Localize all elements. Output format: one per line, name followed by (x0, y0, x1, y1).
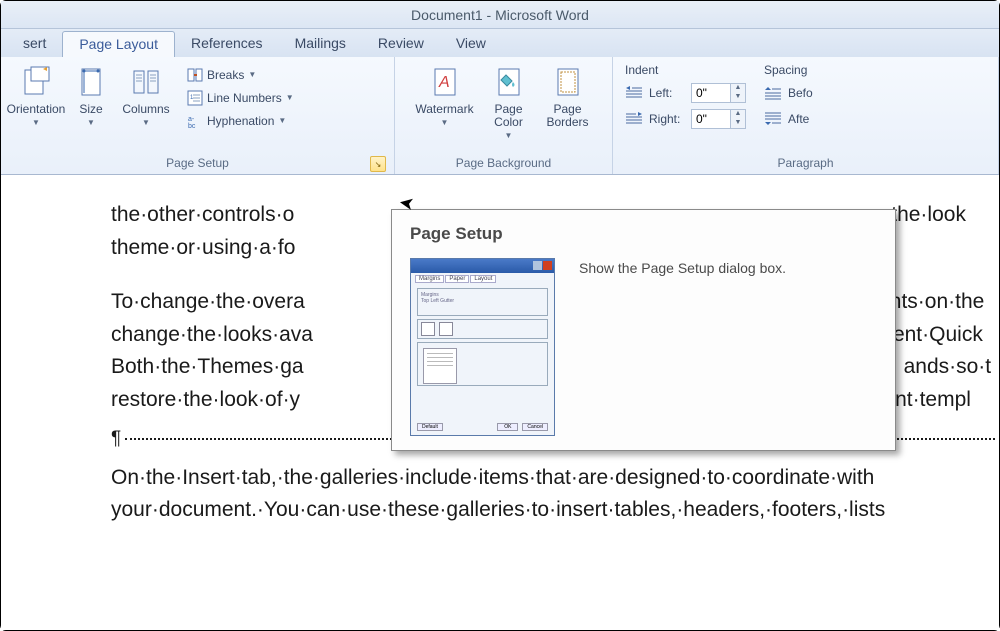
watermark-button[interactable]: A Watermark▼ (412, 63, 478, 131)
tooltip-preview-image: MarginsPaperLayout MarginsTop Left Gutte… (410, 258, 555, 436)
page-color-button[interactable]: Page Color ▼ (482, 63, 536, 144)
tab-page-layout[interactable]: Page Layout (62, 31, 175, 59)
hyphenation-button[interactable]: a-bc Hyphenation ▼ (183, 109, 298, 132)
indent-left-icon (625, 86, 643, 100)
tab-references[interactable]: References (175, 31, 279, 59)
svg-text:bc: bc (188, 123, 196, 129)
tab-mailings[interactable]: Mailings (279, 31, 362, 59)
svg-text:A: A (438, 74, 450, 91)
indent-right-input[interactable] (692, 112, 730, 126)
spacing-before-label: Befo (788, 86, 813, 100)
indent-right-label: Right: (649, 112, 685, 126)
svg-text:a-: a- (188, 116, 195, 123)
page-borders-button[interactable]: Page Borders (540, 63, 596, 131)
size-button[interactable]: Size▼ (69, 63, 113, 131)
spin-up[interactable]: ▲ (731, 110, 745, 119)
spacing-label: Spacing (764, 63, 813, 77)
line-numbers-button[interactable]: 1 Line Numbers ▼ (183, 86, 298, 109)
spin-down[interactable]: ▼ (731, 93, 745, 102)
indent-right-icon (625, 112, 643, 126)
line-numbers-icon: 1 (187, 90, 203, 106)
title-bar: Document1 - Microsoft Word (1, 1, 999, 29)
group-label-page-setup: Page Setup ↘ (7, 154, 388, 174)
tab-insert[interactable]: sert (7, 31, 62, 59)
tooltip-title: Page Setup (410, 224, 877, 244)
columns-icon (129, 65, 163, 99)
tab-review[interactable]: Review (362, 31, 440, 59)
breaks-icon (187, 67, 203, 83)
hyphenation-icon: a-bc (187, 113, 203, 129)
group-paragraph: Indent Left: ▲▼ Right: ▲▼ (613, 57, 999, 174)
columns-button[interactable]: Columns▼ (117, 63, 175, 131)
group-label-paragraph: Paragraph (619, 154, 992, 174)
page-setup-tooltip: Page Setup MarginsPaperLayout MarginsTop… (391, 209, 896, 451)
breaks-button[interactable]: Breaks ▼ (183, 63, 298, 86)
indent-left-spinner[interactable]: ▲▼ (691, 83, 746, 103)
orientation-button[interactable]: Orientation▼ (7, 63, 65, 131)
page-setup-launcher[interactable]: ↘ (370, 156, 386, 172)
spacing-after-label: Afte (788, 112, 809, 126)
spin-down[interactable]: ▼ (731, 119, 745, 128)
group-label-page-background: Page Background (401, 154, 606, 174)
size-icon (74, 65, 108, 99)
group-page-background: A Watermark▼ Page Color ▼ Page Borders P… (395, 57, 613, 174)
group-page-setup: Orientation▼ Size▼ Columns▼ Breaks ▼ 1 L… (1, 57, 395, 174)
orientation-icon (19, 65, 53, 99)
spacing-before-icon (764, 86, 782, 100)
ribbon: Orientation▼ Size▼ Columns▼ Breaks ▼ 1 L… (1, 57, 999, 175)
indent-left-input[interactable] (692, 86, 730, 100)
indent-right-spinner[interactable]: ▲▼ (691, 109, 746, 129)
tab-view[interactable]: View (440, 31, 502, 59)
pilcrow-icon: ¶ (111, 424, 121, 453)
tooltip-description: Show the Page Setup dialog box. (579, 258, 786, 276)
page-borders-icon (551, 65, 585, 99)
indent-label: Indent (625, 63, 746, 77)
ribbon-tabs: sert Page Layout References Mailings Rev… (1, 29, 999, 57)
page-color-icon (492, 65, 526, 99)
indent-left-label: Left: (649, 86, 685, 100)
watermark-icon: A (428, 65, 462, 99)
spin-up[interactable]: ▲ (731, 84, 745, 93)
spacing-after-icon (764, 112, 782, 126)
